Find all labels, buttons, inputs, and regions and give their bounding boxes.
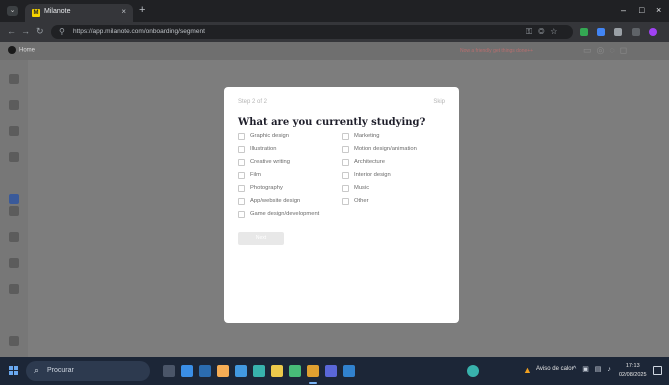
app-icon[interactable] <box>181 365 193 377</box>
board-tool-icon[interactable] <box>9 194 19 204</box>
browser-tab[interactable]: M Milanote × <box>25 4 133 22</box>
bookmark-star-icon[interactable]: ⚿◎☆ <box>526 27 563 37</box>
option-label: Marketing <box>354 133 380 139</box>
file-explorer-icon[interactable] <box>271 365 283 377</box>
reload-icon[interactable]: ↻ <box>36 26 44 37</box>
close-window-button[interactable]: × <box>656 5 661 15</box>
extension-icon[interactable] <box>580 28 588 36</box>
app-icon[interactable] <box>289 365 301 377</box>
chrome-icon[interactable] <box>307 365 319 377</box>
url-text: https://app.milanote.com/onboarding/segm… <box>73 28 205 35</box>
warning-icon: ▲ <box>523 365 532 375</box>
app-icon[interactable] <box>235 365 247 377</box>
skip-link[interactable]: Skip <box>433 99 445 105</box>
minimize-button[interactable]: – <box>621 5 626 15</box>
site-info-icon[interactable]: ⚲ <box>59 27 65 36</box>
option-label: Photography <box>250 185 283 191</box>
checkbox[interactable] <box>238 133 245 140</box>
option-label: Motion design/animation <box>354 146 417 152</box>
checkbox[interactable] <box>238 198 245 205</box>
clock[interactable]: 17:13 02/08/2025 <box>619 362 647 380</box>
time: 17:13 <box>625 363 640 369</box>
checkbox[interactable] <box>342 133 349 140</box>
trash-icon[interactable] <box>6 336 22 354</box>
windows-start-icon[interactable] <box>9 366 19 376</box>
checkbox[interactable] <box>342 146 349 153</box>
next-button[interactable]: Next <box>238 232 284 245</box>
more-tools-icon[interactable] <box>6 206 22 224</box>
system-tray-icons[interactable]: ^ ▣ ▤ ♪ <box>573 365 613 373</box>
app-toolbar-icons[interactable]: ▭◎◌◻ <box>583 45 632 56</box>
maximize-button[interactable]: □ <box>639 5 644 15</box>
taskbar-search-input[interactable]: ⌕ Procurar <box>26 361 150 381</box>
milanote-logo-icon <box>8 46 16 54</box>
search-icon: ⌕ <box>34 365 40 375</box>
option-label: App/website design <box>250 198 301 204</box>
onboarding-modal: Step 2 of 2 Skip What are you currently … <box>224 87 459 323</box>
app-icon[interactable] <box>253 365 265 377</box>
checkbox[interactable] <box>238 185 245 192</box>
option-label: Music <box>354 185 370 191</box>
app-icon[interactable] <box>217 365 229 377</box>
forward-icon[interactable]: → <box>21 26 30 36</box>
option-label: Illustration <box>250 146 277 152</box>
url-field[interactable]: ⚲ https://app.milanote.com/onboarding/se… <box>51 25 573 39</box>
page-title: What are you currently studying? <box>238 117 426 128</box>
link-tool-icon[interactable] <box>6 100 22 118</box>
upload-tool-icon[interactable] <box>6 258 22 276</box>
notification-icon[interactable] <box>653 366 662 375</box>
tab-close-icon[interactable]: × <box>121 7 126 16</box>
checkbox[interactable] <box>342 198 349 205</box>
browser-tab-bar: ⌄ M Milanote × + – □ × <box>0 0 669 22</box>
top-notice[interactable]: Now a friendly get things done++ <box>460 48 533 54</box>
todo-tool-icon[interactable] <box>6 126 22 144</box>
checkbox[interactable] <box>342 185 349 192</box>
back-icon[interactable]: ← <box>7 26 16 36</box>
option-label: Architecture <box>354 159 385 165</box>
weather-widget[interactable]: Aviso de calor <box>536 366 574 372</box>
checkbox[interactable] <box>238 211 245 218</box>
step-indicator: Step 2 of 2 <box>238 99 268 105</box>
extensions-puzzle-icon[interactable] <box>614 28 622 36</box>
search-placeholder: Procurar <box>47 367 74 374</box>
app-top-bar: Home Now a friendly get things done++ ▭◎… <box>0 42 669 60</box>
active-app-indicator <box>309 382 317 384</box>
tab-title: Milanote <box>44 8 71 15</box>
new-tab-button[interactable]: + <box>139 4 145 16</box>
avatar[interactable] <box>649 28 657 36</box>
checkbox[interactable] <box>238 146 245 153</box>
draw-tool-icon[interactable] <box>6 284 22 302</box>
note-tool-icon[interactable] <box>6 74 22 92</box>
checkbox[interactable] <box>238 172 245 179</box>
line-tool-icon[interactable] <box>6 152 22 170</box>
option-label: Creative writing <box>250 159 290 165</box>
date: 02/08/2025 <box>619 372 647 378</box>
app-icon[interactable] <box>199 365 211 377</box>
address-bar-row: ← → ↻ ⚲ https://app.milanote.com/onboard… <box>0 22 669 42</box>
app-icon[interactable] <box>467 365 479 377</box>
task-view-icon[interactable] <box>163 365 175 377</box>
checkbox[interactable] <box>342 172 349 179</box>
home-label: Home <box>19 47 36 54</box>
profile-icon[interactable] <box>632 28 640 36</box>
tool-sidebar <box>0 60 28 357</box>
app-icon[interactable] <box>325 365 337 377</box>
checkbox[interactable] <box>342 159 349 166</box>
checkbox[interactable] <box>238 159 245 166</box>
app-icon[interactable] <box>343 365 355 377</box>
option-label: Film <box>250 172 261 178</box>
home-breadcrumb[interactable]: Home <box>8 46 35 54</box>
option-label: Interior design <box>354 172 391 178</box>
extension-icon[interactable] <box>597 28 605 36</box>
taskbar: ⌕ Procurar ▲ Aviso de calor ^ ▣ ▤ ♪ 17:1… <box>0 357 669 385</box>
tab-menu-icon[interactable]: ⌄ <box>7 6 18 16</box>
option-label: Game design/development <box>250 211 320 217</box>
milanote-favicon-icon: M <box>32 9 40 17</box>
option-label: Graphic design <box>250 133 289 139</box>
option-label: Other <box>354 198 369 204</box>
image-tool-icon[interactable] <box>6 232 22 250</box>
